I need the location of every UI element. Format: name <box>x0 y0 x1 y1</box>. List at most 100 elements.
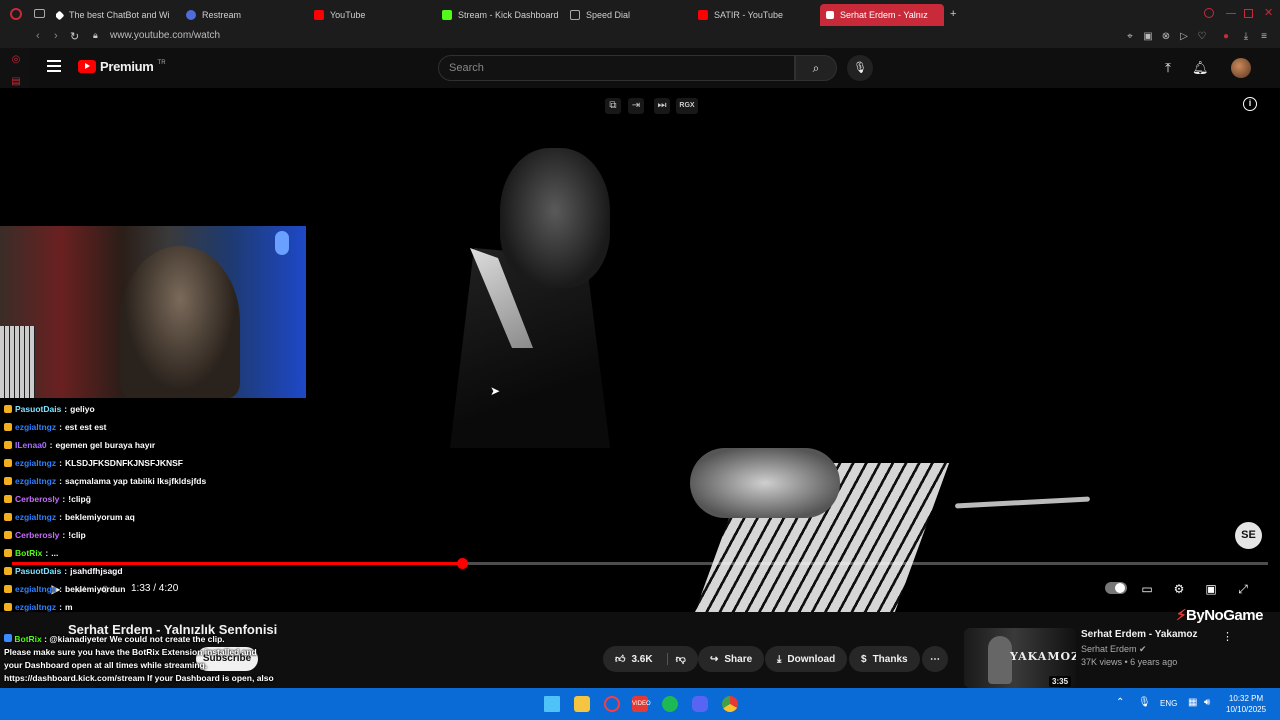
miniplayer-icon[interactable]: ⧉ <box>605 98 621 114</box>
player-icon[interactable]: ▷ <box>1178 31 1190 43</box>
chatbot-favicon-icon <box>56 10 65 20</box>
tab-kick-dashboard[interactable]: Stream - Kick Dashboard <box>442 4 560 26</box>
info-icon[interactable]: i <box>1243 97 1257 111</box>
youtube-premium-logo[interactable]: Premium TR <box>78 59 166 74</box>
more-actions-button[interactable]: ⋯ <box>922 646 948 672</box>
chat-user[interactable]: ILenaa0 <box>15 440 47 450</box>
show-hidden-icons[interactable]: ⌃ <box>1116 697 1124 708</box>
chat-separator: : <box>49 440 53 450</box>
chat-line: ezgialtngz: beklemiyordun <box>4 581 125 597</box>
aria-icon[interactable]: ◎ <box>10 54 22 66</box>
download-button[interactable]: ⤓ Download <box>765 646 848 672</box>
chat-message: geliyo <box>70 404 95 414</box>
chat-badge-icon <box>4 603 12 611</box>
opera-taskbar-icon[interactable] <box>604 696 620 712</box>
autoplay-toggle[interactable] <box>1105 582 1127 594</box>
discord-icon[interactable] <box>692 696 708 712</box>
spotify-icon[interactable] <box>662 696 678 712</box>
tab-speed-dial[interactable]: Speed Dial <box>570 4 680 26</box>
skip-next-icon[interactable]: ⏭︎ <box>654 98 670 114</box>
opera-logo-icon[interactable] <box>10 8 22 20</box>
easy-setup-icon[interactable]: ≡ <box>1258 31 1270 43</box>
tab-youtube[interactable]: YouTube <box>314 4 424 26</box>
thanks-button[interactable]: $ Thanks <box>849 646 920 672</box>
close-window-button[interactable]: ✕ <box>1264 6 1273 19</box>
chrome-icon[interactable] <box>722 696 738 712</box>
language-indicator[interactable]: ENG <box>1160 699 1177 708</box>
share-icon: ↪ <box>710 653 719 665</box>
new-tab-button[interactable]: + <box>950 8 956 20</box>
workspaces-icon[interactable] <box>34 9 45 18</box>
file-explorer-icon[interactable] <box>574 696 590 712</box>
back-icon[interactable]: ‹ <box>36 30 40 42</box>
tab-satir-youtube[interactable]: SATIR - YouTube <box>698 4 808 26</box>
notifications-bell-icon[interactable]: 🔔︎ <box>1192 60 1209 76</box>
chat-message: saçmalama yap tabiiki lksjfkldsjfds <box>64 476 207 486</box>
chat-line: BotRix:... <box>4 545 58 561</box>
chat-user[interactable]: ezgialtngz <box>15 476 56 486</box>
settings-gear-icon[interactable]: ⚙︎ <box>1171 581 1187 597</box>
chat-badge-icon <box>4 513 12 521</box>
chat-user[interactable]: Cerberosly <box>15 494 59 504</box>
chat-user[interactable]: ezgialtngz <box>15 422 56 432</box>
windows-start-icon[interactable] <box>544 696 560 712</box>
like-button[interactable]: 👍︎ 3.6K 👎︎ <box>603 646 698 672</box>
maximize-button[interactable] <box>1244 9 1253 18</box>
rgx-extension-icon[interactable]: RGX <box>676 98 698 114</box>
url-field[interactable]: www.youtube.com/watch <box>110 30 220 41</box>
youtube-favicon-icon <box>314 10 324 20</box>
dislike-icon[interactable]: 👎︎ <box>666 653 686 665</box>
minimize-button[interactable] <box>1226 13 1236 14</box>
app-taskbar-icon[interactable]: VIDEO <box>632 696 651 712</box>
voice-search-button[interactable]: 🎙︎ <box>847 55 873 81</box>
search-tabs-icon[interactable] <box>1204 8 1214 18</box>
chat-user[interactable]: PasuotDais <box>15 566 61 576</box>
chat-user[interactable]: PasuotDais <box>15 404 61 414</box>
microphone-tray-icon[interactable]: 🎙︎ <box>1138 697 1151 708</box>
chat-user[interactable]: Cerberosly <box>15 530 59 540</box>
chat-user[interactable]: BotRix <box>15 548 42 558</box>
youtube-play-icon <box>78 60 96 73</box>
recommended-title[interactable]: Serhat Erdem - Yakamoz <box>1081 629 1198 640</box>
menu-icon[interactable] <box>47 60 61 72</box>
clock[interactable]: 10:32 PM 10/10/2025 <box>1226 693 1266 715</box>
tab-chatbot[interactable]: The best ChatBot and Wi <box>56 4 174 26</box>
recommended-channel[interactable]: Serhat Erdem ✔︎ <box>1081 644 1147 655</box>
theater-mode-icon[interactable]: ▣ <box>1203 581 1219 597</box>
recommended-menu-icon[interactable]: ⋮ <box>1222 630 1233 643</box>
volume-tray-icon[interactable]: 🔊︎ <box>1204 697 1210 708</box>
chat-user[interactable]: ezgialtngz <box>15 512 56 522</box>
chat-line: Cerberosly: !clipğ <box>4 491 91 507</box>
heart-icon[interactable]: ♡ <box>1196 31 1208 43</box>
avatar[interactable] <box>1231 58 1251 78</box>
crypto-wallet-icon[interactable]: ▤ <box>10 76 22 88</box>
progress-scrubber[interactable] <box>456 558 468 569</box>
thanks-icon: $ <box>861 653 867 665</box>
extension-icon[interactable]: ⊗ <box>1160 31 1172 43</box>
fullscreen-icon[interactable]: ⤢ <box>1235 581 1251 597</box>
network-icon[interactable]: ▦ <box>1188 697 1197 708</box>
screenshot-icon[interactable]: ▣ <box>1142 31 1154 43</box>
chat-user[interactable]: ezgialtngz <box>15 584 56 594</box>
enter-icon[interactable]: ⇥ <box>628 98 644 114</box>
tab-serhat-erdem[interactable]: Serhat Erdem - Yalnız <box>820 4 944 26</box>
chat-message: !clip <box>68 530 86 540</box>
chat-user[interactable]: ezgialtngz <box>15 458 56 468</box>
captions-icon[interactable]: ▭ <box>1139 581 1155 597</box>
profile-icon[interactable]: ● <box>1220 31 1232 43</box>
chat-separator: : <box>59 602 62 612</box>
pin-icon[interactable]: ⌖ <box>1124 31 1136 43</box>
share-button[interactable]: ↪ Share <box>698 646 765 672</box>
forward-icon[interactable]: › <box>54 30 58 42</box>
tab-restream[interactable]: Restream <box>186 4 296 26</box>
microphone-icon: 🎙︎ <box>853 62 867 74</box>
chat-separator: : <box>62 530 66 540</box>
channel-watermark[interactable]: SE <box>1235 522 1262 549</box>
download-icon[interactable]: ⤓ <box>1240 31 1252 43</box>
upload-icon[interactable]: ⤒ <box>1160 60 1176 76</box>
search-button[interactable]: ⌕ <box>795 55 837 81</box>
chat-user[interactable]: ezgialtngz <box>15 602 56 612</box>
search-input[interactable]: Search <box>438 55 795 81</box>
progress-bar[interactable] <box>12 558 1268 569</box>
reload-icon[interactable]: ↻ <box>70 30 79 43</box>
